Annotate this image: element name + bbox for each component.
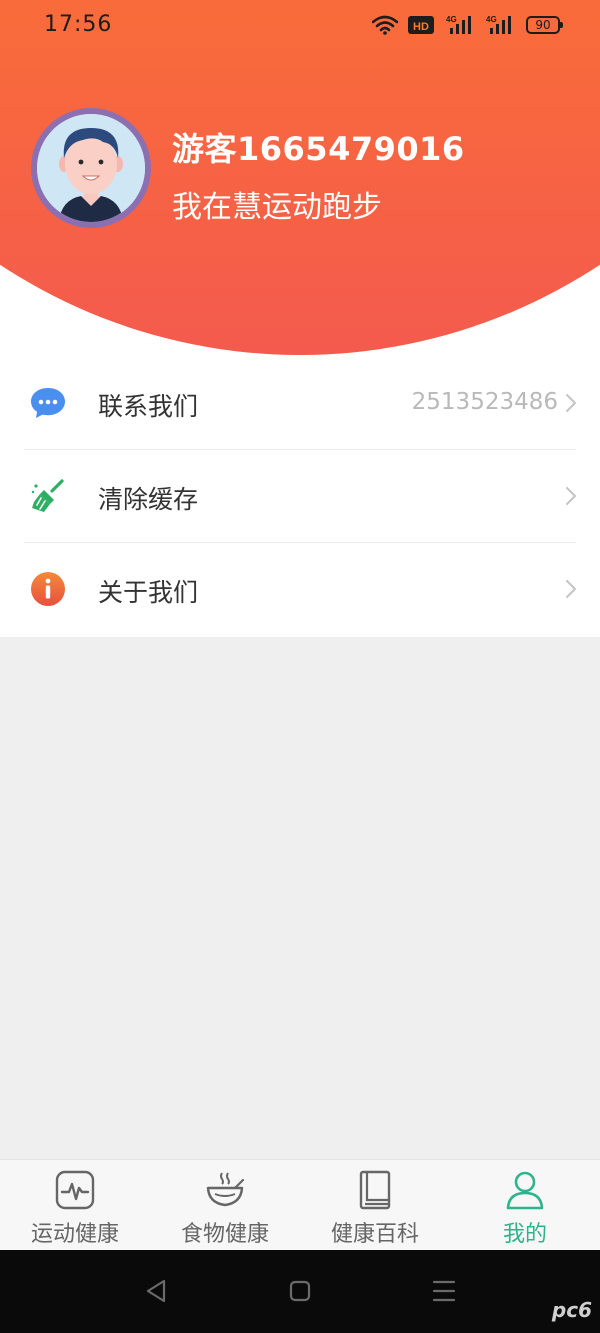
menu-item-clear-cache[interactable]: 清除缓存 — [0, 450, 600, 542]
status-icons: HD 4G 4G 90 — [372, 14, 563, 36]
tab-label: 我的 — [502, 1222, 547, 1247]
info-icon — [31, 572, 65, 606]
tab-mine[interactable]: 我的 — [450, 1160, 600, 1251]
status-bar: 17:56 HD 4G 4G 90 — [0, 0, 600, 52]
signal-4g-label-2: 4G — [486, 15, 497, 24]
chat-bubble-icon — [31, 388, 65, 418]
system-navigation-bar — [0, 1250, 600, 1333]
signal-4g-icon-2: 4G — [486, 15, 511, 34]
user-name: 游客1665479016 — [172, 130, 465, 168]
menu-item-label: 联系我们 — [98, 392, 199, 421]
tab-sport-health[interactable]: 运动健康 — [0, 1160, 150, 1251]
tab-label: 健康百科 — [330, 1222, 419, 1247]
hd-icon: HD — [408, 16, 434, 34]
chevron-right-icon — [566, 580, 576, 598]
book-icon — [359, 1170, 391, 1210]
tab-label: 运动健康 — [30, 1222, 119, 1247]
person-icon — [506, 1171, 544, 1210]
tab-label: 食物健康 — [180, 1222, 269, 1247]
signal-4g-label: 4G — [446, 15, 457, 24]
menu-item-contact-us[interactable]: 联系我们 2513523486 — [0, 357, 600, 449]
back-icon[interactable] — [145, 1279, 167, 1303]
status-time: 17:56 — [44, 12, 113, 37]
avatar-boy-icon — [37, 114, 145, 222]
chevron-right-icon — [566, 394, 576, 412]
tab-health-encyclopedia[interactable]: 健康百科 — [300, 1160, 450, 1251]
profile-header: 17:56 HD 4G 4G 90 游客1665479016 我在慧运动跑步 — [0, 0, 600, 360]
menu-item-about-us[interactable]: 关于我们 — [0, 543, 600, 635]
home-icon[interactable] — [289, 1280, 311, 1302]
settings-menu: 联系我们 2513523486 清除缓存 关于我们 — [0, 357, 600, 637]
battery-icon: 90 — [526, 16, 563, 34]
menu-item-label: 清除缓存 — [98, 485, 199, 514]
watermark-logo: pc6 — [551, 1298, 592, 1322]
bowl-icon — [206, 1172, 245, 1207]
user-subtitle: 我在慧运动跑步 — [172, 190, 382, 225]
chevron-right-icon — [566, 487, 576, 505]
avatar[interactable] — [31, 108, 151, 228]
broom-icon — [31, 479, 64, 512]
tab-food-health[interactable]: 食物健康 — [150, 1160, 300, 1251]
menu-item-label: 关于我们 — [98, 578, 199, 607]
menu-icon[interactable] — [432, 1279, 456, 1303]
wifi-icon — [372, 15, 398, 35]
contact-number: 2513523486 — [411, 389, 558, 415]
heartbeat-monitor-icon — [55, 1170, 95, 1210]
bottom-tab-bar: 运动健康 食物健康 健康百科 我的 — [0, 1159, 600, 1250]
hd-label: HD — [413, 21, 429, 33]
my-page-screen: 17:56 HD 4G 4G 90 游客1665479016 我在慧运动跑步 联… — [0, 0, 600, 1333]
signal-4g-icon: 4G — [446, 15, 471, 34]
